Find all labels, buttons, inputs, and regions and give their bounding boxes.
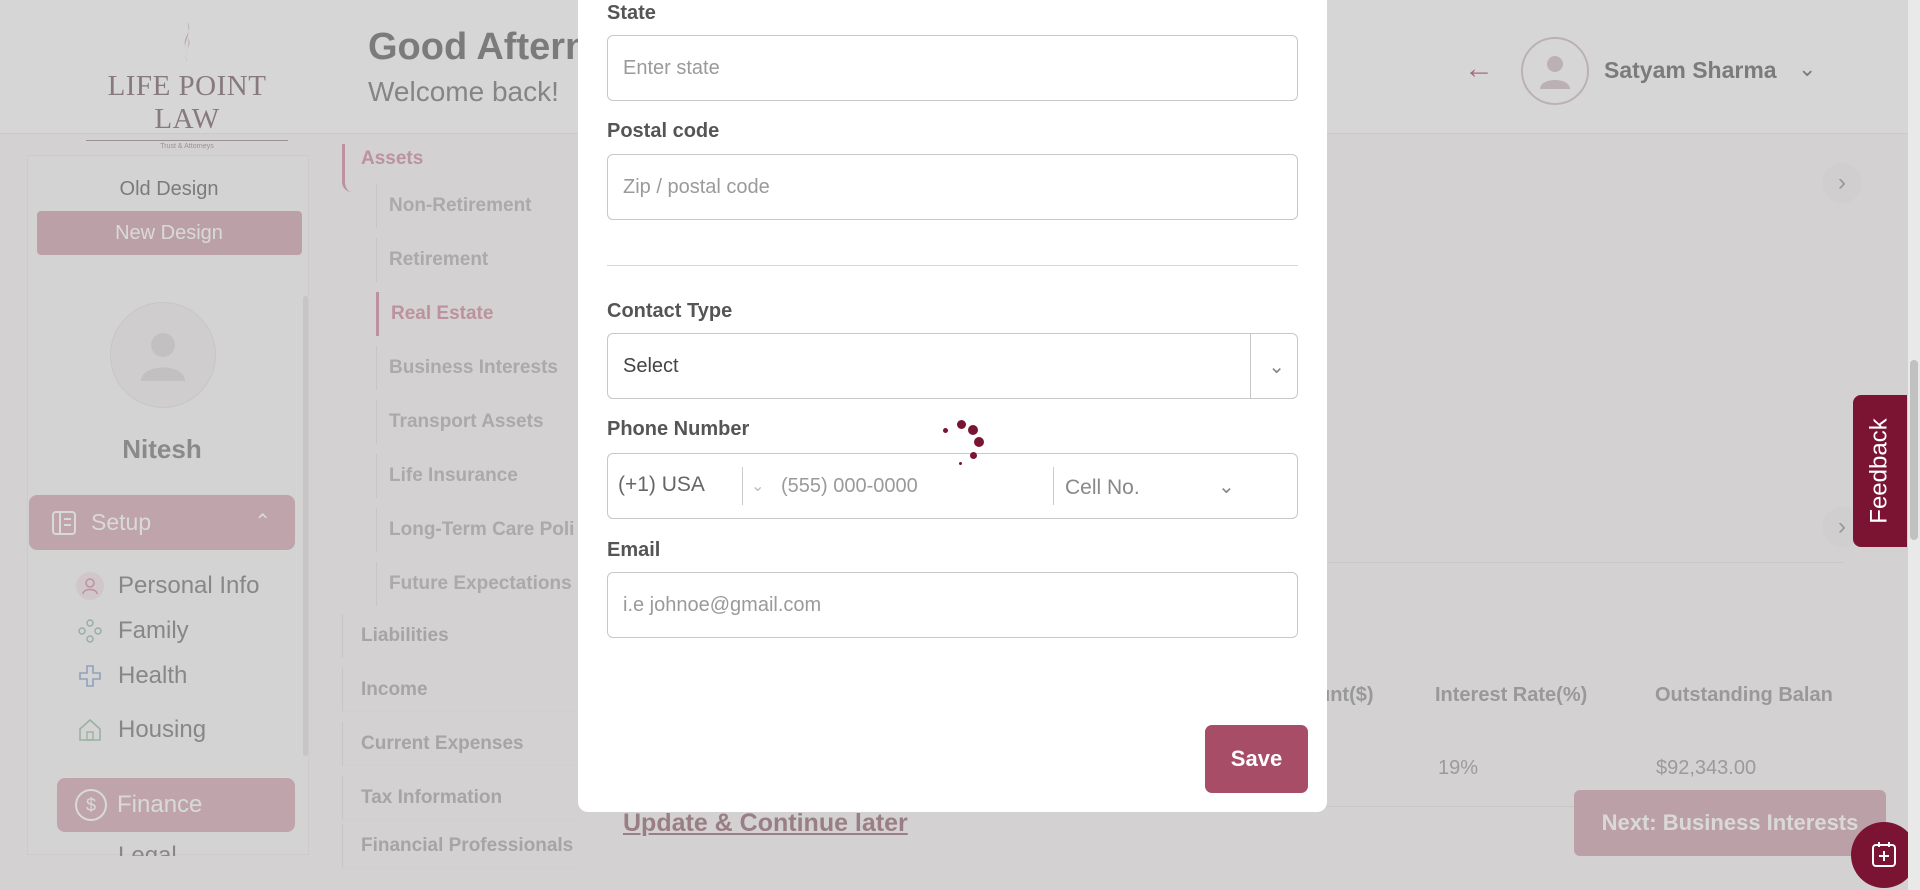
postal-code-label: Postal code: [607, 120, 720, 142]
state-field[interactable]: [607, 35, 1298, 101]
loading-spinner-icon: [942, 420, 986, 468]
select-separator: [1250, 334, 1251, 398]
page-scrollbar-thumb[interactable]: [1910, 360, 1918, 540]
chevron-down-icon[interactable]: ⌄: [751, 476, 764, 496]
postal-code-input[interactable]: [623, 175, 1297, 199]
save-button[interactable]: Save: [1205, 725, 1308, 793]
state-label: State: [607, 2, 656, 24]
contact-modal: State Postal code Contact Type Select ⌄ …: [578, 0, 1470, 812]
phone-country-select[interactable]: (+1) USA: [618, 473, 705, 497]
email-field[interactable]: [607, 572, 1298, 638]
email-label: Email: [607, 539, 661, 561]
divider: [607, 265, 1298, 266]
feedback-tab[interactable]: Feedback: [1853, 395, 1907, 547]
contact-type-select[interactable]: Select ⌄: [607, 333, 1298, 399]
contact-type-label: Contact Type: [607, 300, 733, 322]
feedback-label: Feedback: [1866, 418, 1893, 524]
contact-type-value: Select: [623, 354, 679, 377]
chevron-down-icon[interactable]: ⌄: [1268, 354, 1285, 379]
phone-number-label: Phone Number: [607, 418, 750, 440]
select-separator: [742, 467, 743, 505]
add-note-icon: [1872, 842, 1896, 867]
postal-code-field[interactable]: [607, 154, 1298, 220]
email-input[interactable]: [623, 593, 1297, 617]
phone-type-select[interactable]: Cell No.: [1065, 476, 1140, 500]
chevron-down-icon[interactable]: ⌄: [1218, 474, 1235, 499]
state-input[interactable]: [623, 56, 1297, 80]
page-scrollbar[interactable]: [1908, 0, 1920, 890]
select-separator: [1053, 467, 1054, 505]
